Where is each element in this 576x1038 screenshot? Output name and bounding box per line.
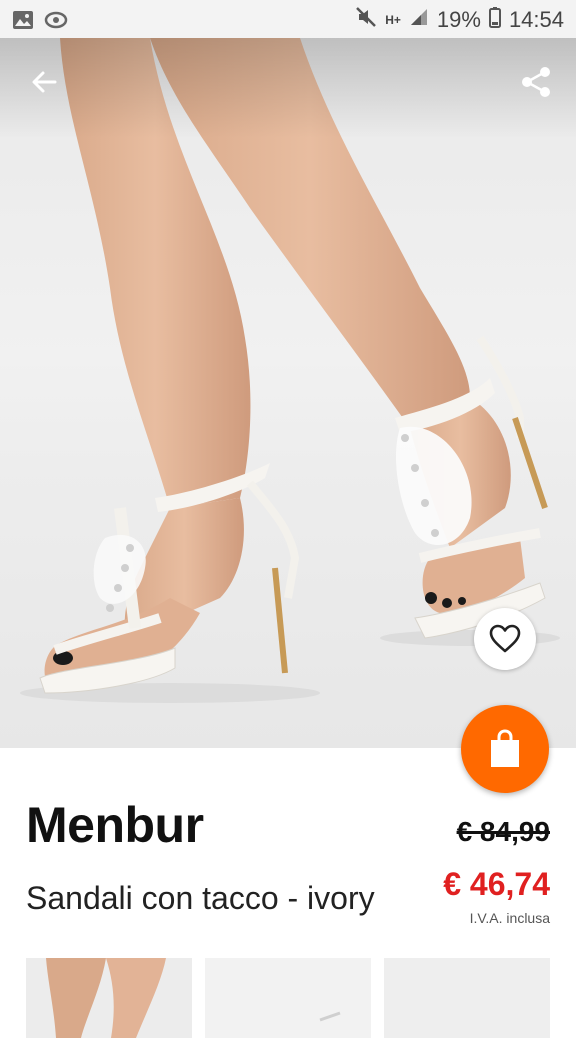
thumbnail-strip bbox=[26, 958, 550, 1038]
thumbnail-3[interactable] bbox=[384, 958, 550, 1038]
favorite-button[interactable] bbox=[474, 608, 536, 670]
mute-icon bbox=[355, 6, 377, 34]
sync-icon bbox=[44, 9, 68, 36]
back-button[interactable] bbox=[22, 60, 66, 104]
gallery-icon bbox=[12, 10, 34, 35]
product-image-gallery[interactable] bbox=[0, 38, 576, 748]
battery-text: 19% bbox=[436, 7, 481, 32]
brand-name[interactable]: Menbur bbox=[26, 796, 204, 854]
sale-price: € 46,74 bbox=[443, 866, 550, 902]
heart-icon bbox=[489, 624, 521, 653]
shopping-bag-icon bbox=[491, 729, 519, 767]
original-price: € 84,99 bbox=[456, 816, 550, 847]
signal-icon bbox=[409, 7, 429, 33]
thumbnail-1[interactable] bbox=[26, 958, 192, 1038]
clock: 14:54 bbox=[508, 7, 564, 32]
add-to-cart-button[interactable] bbox=[461, 705, 549, 793]
share-icon bbox=[522, 67, 550, 97]
status-bar: H+ 19% 14:54 bbox=[0, 0, 576, 38]
thumbnail-2[interactable] bbox=[205, 958, 371, 1038]
arrow-left-icon bbox=[32, 71, 57, 93]
product-name: Sandali con tacco - ivory bbox=[26, 880, 375, 916]
vat-note: I.V.A. inclusa bbox=[469, 910, 550, 926]
share-button[interactable] bbox=[514, 60, 558, 104]
battery-icon bbox=[488, 6, 501, 34]
network-icon: H+ bbox=[385, 13, 401, 27]
